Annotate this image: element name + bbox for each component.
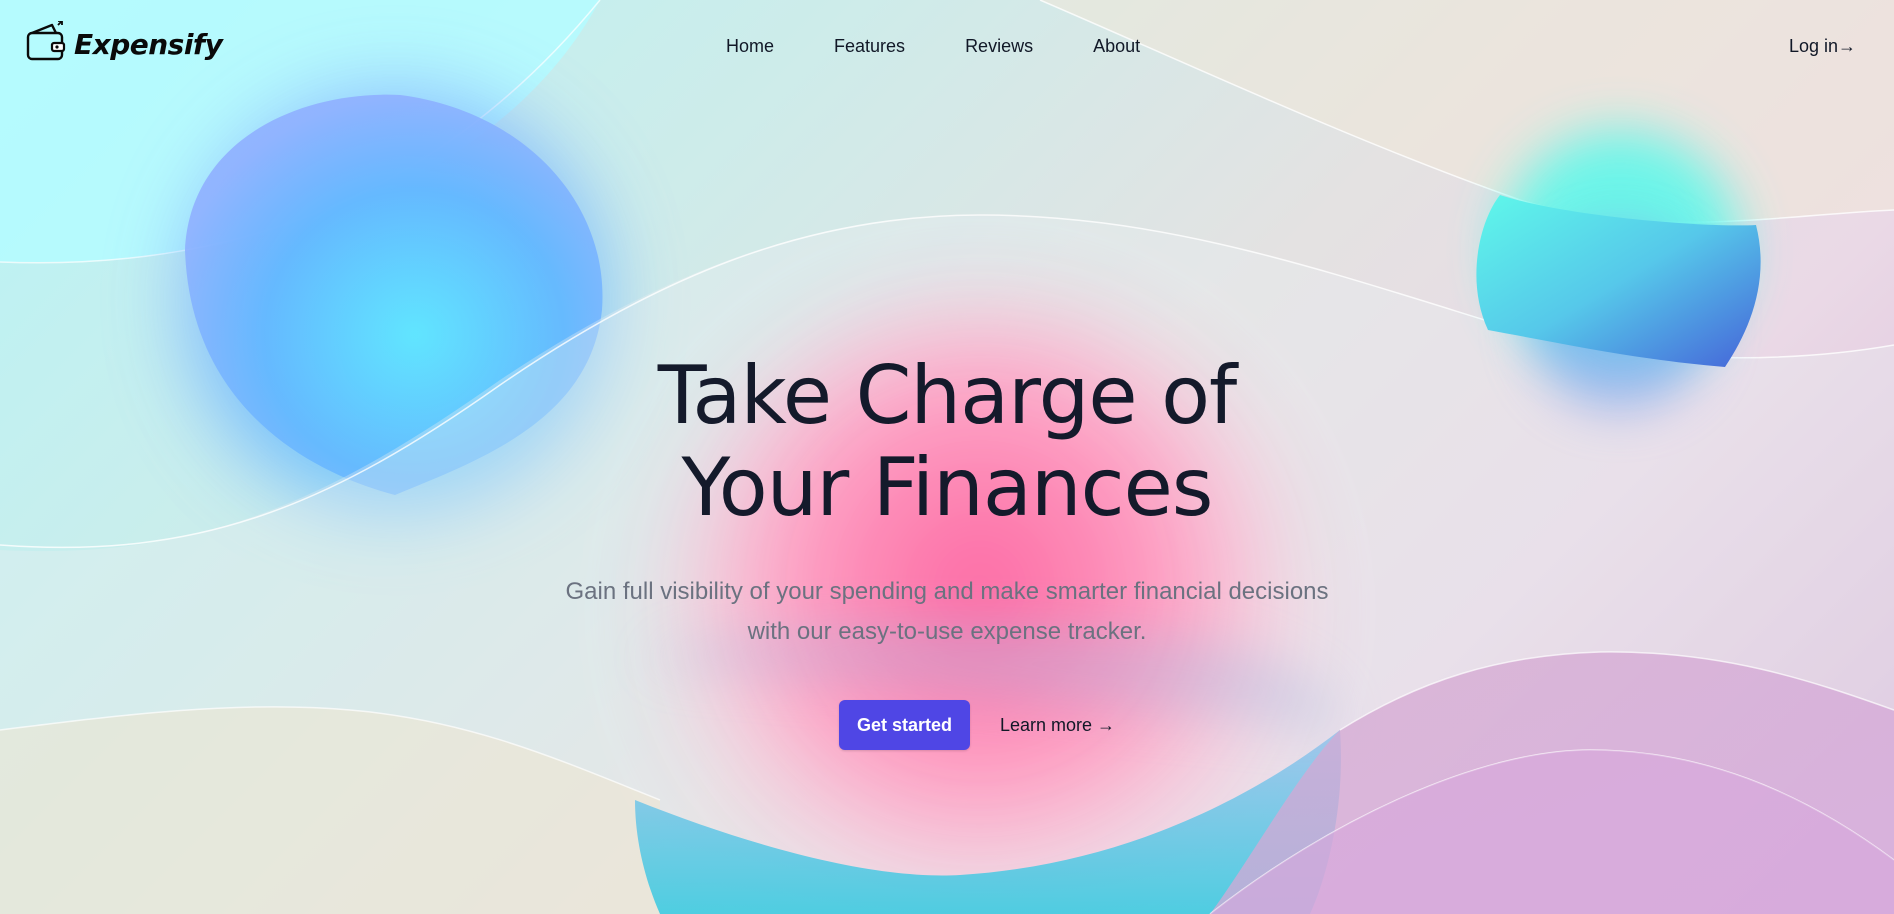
hero-title-line-1: Take Charge of (657, 349, 1237, 442)
hero-subtitle-line-1: Gain full visibility of your spending an… (565, 578, 1329, 605)
nav-link-home[interactable]: Home (726, 36, 774, 57)
nav-link-about[interactable]: About (1093, 36, 1140, 57)
hero-title: Take Charge of Your Finances (0, 350, 1894, 534)
hero-subtitle-line-2: with our easy-to-use expense tracker. (747, 618, 1147, 645)
nav-links: Home Features Reviews About (726, 36, 1200, 57)
landing-page: Expensify Home Features Reviews About Lo… (0, 0, 1894, 914)
nav-link-reviews[interactable]: Reviews (965, 36, 1033, 57)
nav-link-features[interactable]: Features (834, 36, 905, 57)
brand-name: Expensify (74, 28, 223, 61)
brand-logo[interactable]: Expensify (26, 20, 223, 68)
hero-subtitle: Gain full visibility of your spending an… (517, 572, 1377, 652)
hero-section: Take Charge of Your Finances Gain full v… (0, 350, 1894, 652)
hero-title-line-2: Your Finances (681, 441, 1214, 534)
top-navigation: Expensify Home Features Reviews About Lo… (0, 0, 1894, 94)
get-started-button[interactable]: Get started (838, 700, 970, 750)
learn-more-link[interactable]: Learn more → (1000, 715, 1115, 736)
login-link[interactable]: Log in→ (1789, 36, 1856, 57)
hero-actions: Get started Learn more → (0, 700, 1894, 750)
wallet-icon (26, 20, 68, 68)
